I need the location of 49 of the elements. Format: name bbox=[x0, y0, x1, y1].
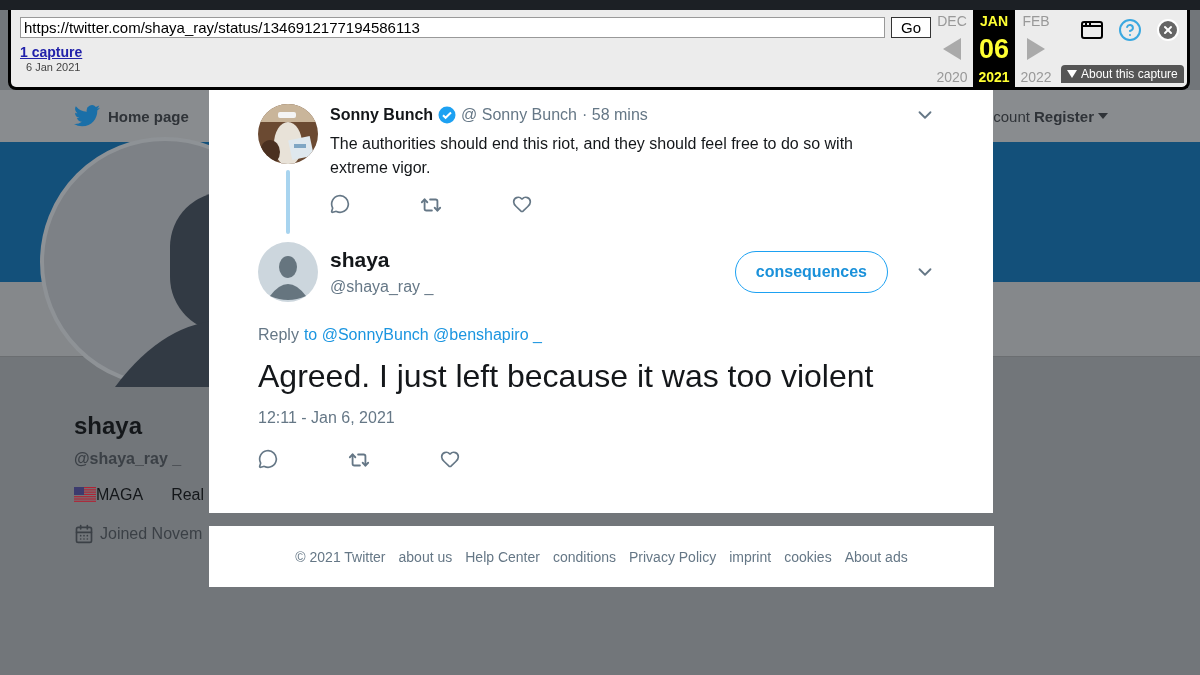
tweet-time: · 58 mins bbox=[582, 106, 648, 124]
like-icon[interactable] bbox=[512, 194, 532, 214]
footer-link[interactable]: cookies bbox=[784, 548, 832, 565]
joined-date: Joined Novem bbox=[100, 525, 203, 543]
footer-link[interactable]: About ads bbox=[844, 548, 908, 565]
author-name: shaya bbox=[330, 248, 391, 272]
profile-handle: @shaya_ray _ bbox=[74, 450, 182, 468]
month-link[interactable]: JAN bbox=[980, 13, 1008, 29]
year-link[interactable]: 2020 bbox=[936, 69, 968, 85]
reply-icon[interactable] bbox=[330, 194, 350, 214]
about-capture-button[interactable]: About this capture bbox=[1061, 65, 1184, 83]
footer-link[interactable]: Help Center bbox=[465, 548, 540, 565]
author-name: Sonny Bunch bbox=[330, 106, 434, 124]
go-button[interactable]: Go bbox=[891, 17, 931, 38]
reply-icon[interactable] bbox=[258, 449, 278, 469]
author-handle: @shaya_ray _ bbox=[330, 278, 435, 296]
tweet-text: Agreed. I just left because it was too violent bbox=[258, 358, 875, 395]
profile-name: shaya bbox=[74, 412, 143, 440]
footer-link[interactable]: Privacy Policy bbox=[629, 548, 717, 565]
author-handle: @ Sonny Bunch bbox=[461, 106, 577, 124]
capture-day: 06 bbox=[978, 33, 1009, 65]
home-link[interactable]: Home page bbox=[108, 107, 189, 125]
account-link[interactable]: count bbox=[993, 107, 1030, 125]
url-field[interactable]: https://twitter.com/shaya_ray/status/1346912177194586113 bbox=[20, 17, 885, 38]
calendar-icon bbox=[74, 524, 94, 544]
mention-link[interactable]: to @SonnyBunch @benshapiro _ bbox=[303, 326, 542, 344]
flag-icon bbox=[74, 487, 96, 503]
follow-button[interactable]: consequences bbox=[734, 251, 888, 293]
footer-link[interactable]: © 2021 Twitter bbox=[295, 548, 386, 565]
register-link[interactable]: Register bbox=[1033, 107, 1094, 125]
reply-label: Reply bbox=[258, 326, 299, 344]
tweet-timestamp: 12:11 - Jan 6, 2021 bbox=[258, 409, 396, 427]
captures-link[interactable]: 1 capture bbox=[20, 44, 931, 60]
close-icon[interactable] bbox=[1155, 18, 1180, 42]
bio-text: Real bbox=[171, 486, 205, 504]
footer-link[interactable]: about us bbox=[398, 548, 453, 565]
like-icon[interactable] bbox=[440, 449, 460, 469]
caret-icon bbox=[1067, 70, 1077, 78]
year-link[interactable]: 2022 bbox=[1020, 69, 1052, 85]
caret-icon bbox=[1098, 113, 1108, 119]
tweet-text: The authorities should end this riot, and they should feel free to do so with extreme vigor. bbox=[330, 134, 854, 178]
footer-link[interactable]: imprint bbox=[729, 548, 772, 565]
window-icon[interactable] bbox=[1079, 18, 1104, 42]
thread-line bbox=[286, 170, 290, 234]
avatar-icon bbox=[258, 242, 318, 302]
bio-text: MAGA bbox=[74, 486, 144, 504]
capture-date: 6 Jan 2021 bbox=[26, 61, 82, 73]
footer-link[interactable]: conditions bbox=[552, 548, 616, 565]
year-link[interactable]: 2021 bbox=[978, 69, 1010, 85]
